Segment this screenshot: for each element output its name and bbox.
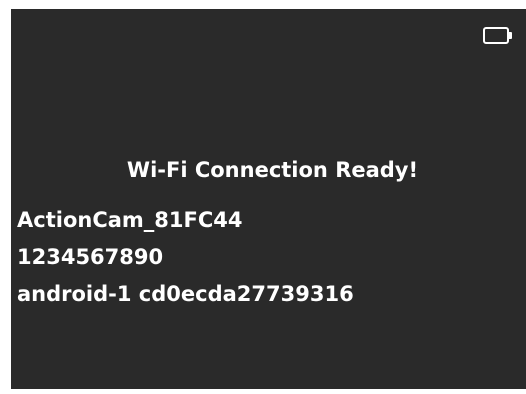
battery-icon — [483, 27, 513, 44]
wifi-password: 1234567890 — [17, 245, 164, 269]
battery-tip — [509, 32, 512, 39]
battery-body — [483, 27, 509, 44]
connected-device-name: android-1 cd0ecda27739316 — [17, 282, 354, 306]
wifi-ready-title: Wi-Fi Connection Ready! — [126, 158, 419, 182]
camera-display-screen: Wi-Fi Connection Ready! ActionCam_81FC44… — [11, 9, 526, 389]
wifi-ssid: ActionCam_81FC44 — [17, 208, 243, 232]
